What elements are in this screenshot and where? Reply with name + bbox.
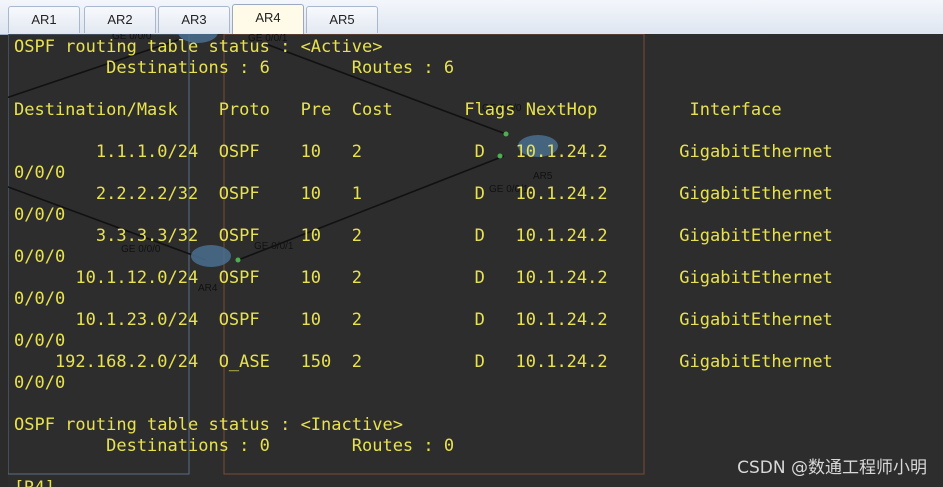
route-row: 2.2.2.2/32 OSPF 10 1 D 10.1.24.2 Gigabit… xyxy=(14,184,833,204)
route-row-continuation: 0/0/0 xyxy=(14,331,66,351)
routing-table-header: Destination/Mask Proto Pre Cost Flags Ne… xyxy=(14,100,782,120)
route-row-continuation: 0/0/0 xyxy=(14,163,66,183)
tab-ar5[interactable]: AR5 xyxy=(306,6,378,33)
route-row-continuation: 0/0/0 xyxy=(14,247,66,267)
cli-prompt[interactable]: [R4] xyxy=(14,478,55,487)
session-tab-bar: AR1 AR2 AR3 AR4 AR5 xyxy=(0,0,943,35)
active-summary: Destinations : 6 Routes : 6 xyxy=(14,58,455,78)
watermark: CSDN @数通工程师小明 xyxy=(737,458,927,478)
route-row-continuation: 0/0/0 xyxy=(14,373,66,393)
route-row-continuation: 0/0/0 xyxy=(14,205,66,225)
inactive-status-header: OSPF routing table status : <Inactive> xyxy=(14,415,403,435)
terminal-output: OSPF routing table status : <Active> Des… xyxy=(14,37,833,487)
route-row: 10.1.12.0/24 OSPF 10 2 D 10.1.24.2 Gigab… xyxy=(14,268,833,288)
route-row: 10.1.23.0/24 OSPF 10 2 D 10.1.24.2 Gigab… xyxy=(14,310,833,330)
active-status-header: OSPF routing table status : <Active> xyxy=(14,37,383,57)
terminal-window[interactable]: GE 0/0/0 GE 0/0/1 GE 0/0/0 GE 0/0/1 AR5 … xyxy=(8,34,943,487)
tab-ar2[interactable]: AR2 xyxy=(84,6,156,33)
tab-ar4[interactable]: AR4 xyxy=(232,4,304,35)
tab-ar1[interactable]: AR1 xyxy=(8,6,80,33)
route-row-continuation: 0/0/0 xyxy=(14,289,66,309)
route-row: 1.1.1.0/24 OSPF 10 2 D 10.1.24.2 Gigabit… xyxy=(14,142,833,162)
route-row: 192.168.2.0/24 O_ASE 150 2 D 10.1.24.2 G… xyxy=(14,352,833,372)
tab-ar3[interactable]: AR3 xyxy=(158,6,230,33)
inactive-summary: Destinations : 0 Routes : 0 xyxy=(14,436,455,456)
route-row: 3.3.3.3/32 OSPF 10 2 D 10.1.24.2 Gigabit… xyxy=(14,226,833,246)
